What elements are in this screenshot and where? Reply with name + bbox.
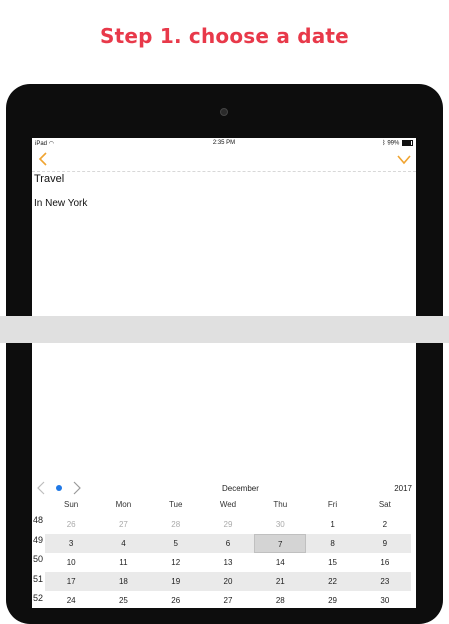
calendar-day[interactable]: 12 [150,553,202,572]
calendar-day[interactable]: 9 [359,534,411,553]
calendar-day[interactable]: 2 [359,515,411,534]
camera-icon [220,108,228,116]
calendar-day[interactable]: 16 [359,553,411,572]
calendar-day[interactable]: 21 [254,572,306,591]
calendar-day[interactable]: 10 [45,553,97,572]
calendar-week: 17 18 19 20 21 22 23 [45,572,411,591]
calendar-grid: 26 27 28 29 30 1 2 3 4 5 6 7 8 9 10 11 1… [45,515,411,610]
calendar-day[interactable]: 20 [202,572,254,591]
bluetooth-icon: ᛒ [382,140,386,147]
chevron-left-icon[interactable] [36,481,46,495]
calendar-day[interactable]: 29 [202,515,254,534]
weekday-label: Tue [168,500,183,509]
calendar-day[interactable]: 27 [97,515,149,534]
calendar-day[interactable]: 4 [97,534,149,553]
calendar-day[interactable]: 11 [97,553,149,572]
event-location[interactable]: In New York [34,198,87,209]
week-number: 49 [33,534,44,545]
calendar-week: 24 25 26 27 28 29 30 [45,591,411,610]
nav-bar [32,149,416,172]
week-number: 52 [33,593,44,603]
status-bar: iPad ◠ 2:35 PM ᛒ 99% [32,138,416,149]
weekday-label: Wed [219,500,237,509]
step-headline: Step 1. choose a date [100,24,349,48]
event-title[interactable]: Travel [34,173,64,185]
calendar-header: December 2017 [32,478,416,498]
year-label: 2017 [394,484,412,493]
week-numbers: 48 49 50 51 52 [33,515,45,613]
chevron-left-icon[interactable] [36,151,52,167]
calendar-day[interactable]: 29 [306,591,358,610]
today-dot[interactable] [56,485,62,491]
calendar-day[interactable]: 13 [202,553,254,572]
weekday-label: Fri [327,500,338,509]
calendar-day[interactable]: 28 [150,515,202,534]
calendar-day[interactable]: 1 [306,515,358,534]
calendar-week: 3 4 5 6 7 8 9 [45,534,411,553]
week-number: 51 [33,573,44,584]
calendar-day[interactable]: 28 [254,591,306,610]
calendar-day[interactable]: 26 [45,515,97,534]
gray-band [0,316,449,343]
status-time: 2:35 PM [212,140,236,146]
calendar-day[interactable]: 14 [254,553,306,572]
calendar-day[interactable]: 23 [359,572,411,591]
calendar-day[interactable]: 22 [306,572,358,591]
month-label: December [222,484,259,493]
checkmark-icon[interactable] [396,152,412,166]
calendar-day[interactable]: 8 [306,534,358,553]
weekday-label: Sat [378,500,391,509]
calendar-day[interactable]: 30 [359,591,411,610]
weekday-label: Mon [115,500,132,509]
calendar-day[interactable]: 3 [45,534,97,553]
calendar-day[interactable]: 25 [97,591,149,610]
weekday-label: Thu [273,500,288,509]
calendar-day[interactable]: 19 [150,572,202,591]
chevron-right-icon[interactable] [72,481,82,495]
weekday-header: Sun Mon Tue Wed Thu Fri Sat [45,500,411,514]
status-right: ᛒ 99% [382,140,413,147]
week-number: 50 [33,554,44,564]
calendar-day[interactable]: 30 [254,515,306,534]
calendar-day[interactable]: 17 [45,572,97,591]
calendar-week: 26 27 28 29 30 1 2 [45,515,411,534]
calendar-day-selected[interactable]: 7 [254,534,307,553]
calendar-week: 10 11 12 13 14 15 16 [45,553,411,572]
battery-icon [402,140,413,146]
calendar-day[interactable]: 26 [150,591,202,610]
calendar-day[interactable]: 27 [202,591,254,610]
battery-percent: 99% [387,140,400,147]
calendar-day[interactable]: 18 [97,572,149,591]
calendar-day[interactable]: 5 [150,534,202,553]
weekday-label: Sun [64,500,79,509]
calendar-day[interactable]: 24 [45,591,97,610]
calendar-day[interactable]: 15 [306,553,358,572]
week-number: 48 [33,515,44,525]
calendar-day[interactable]: 6 [202,534,254,553]
